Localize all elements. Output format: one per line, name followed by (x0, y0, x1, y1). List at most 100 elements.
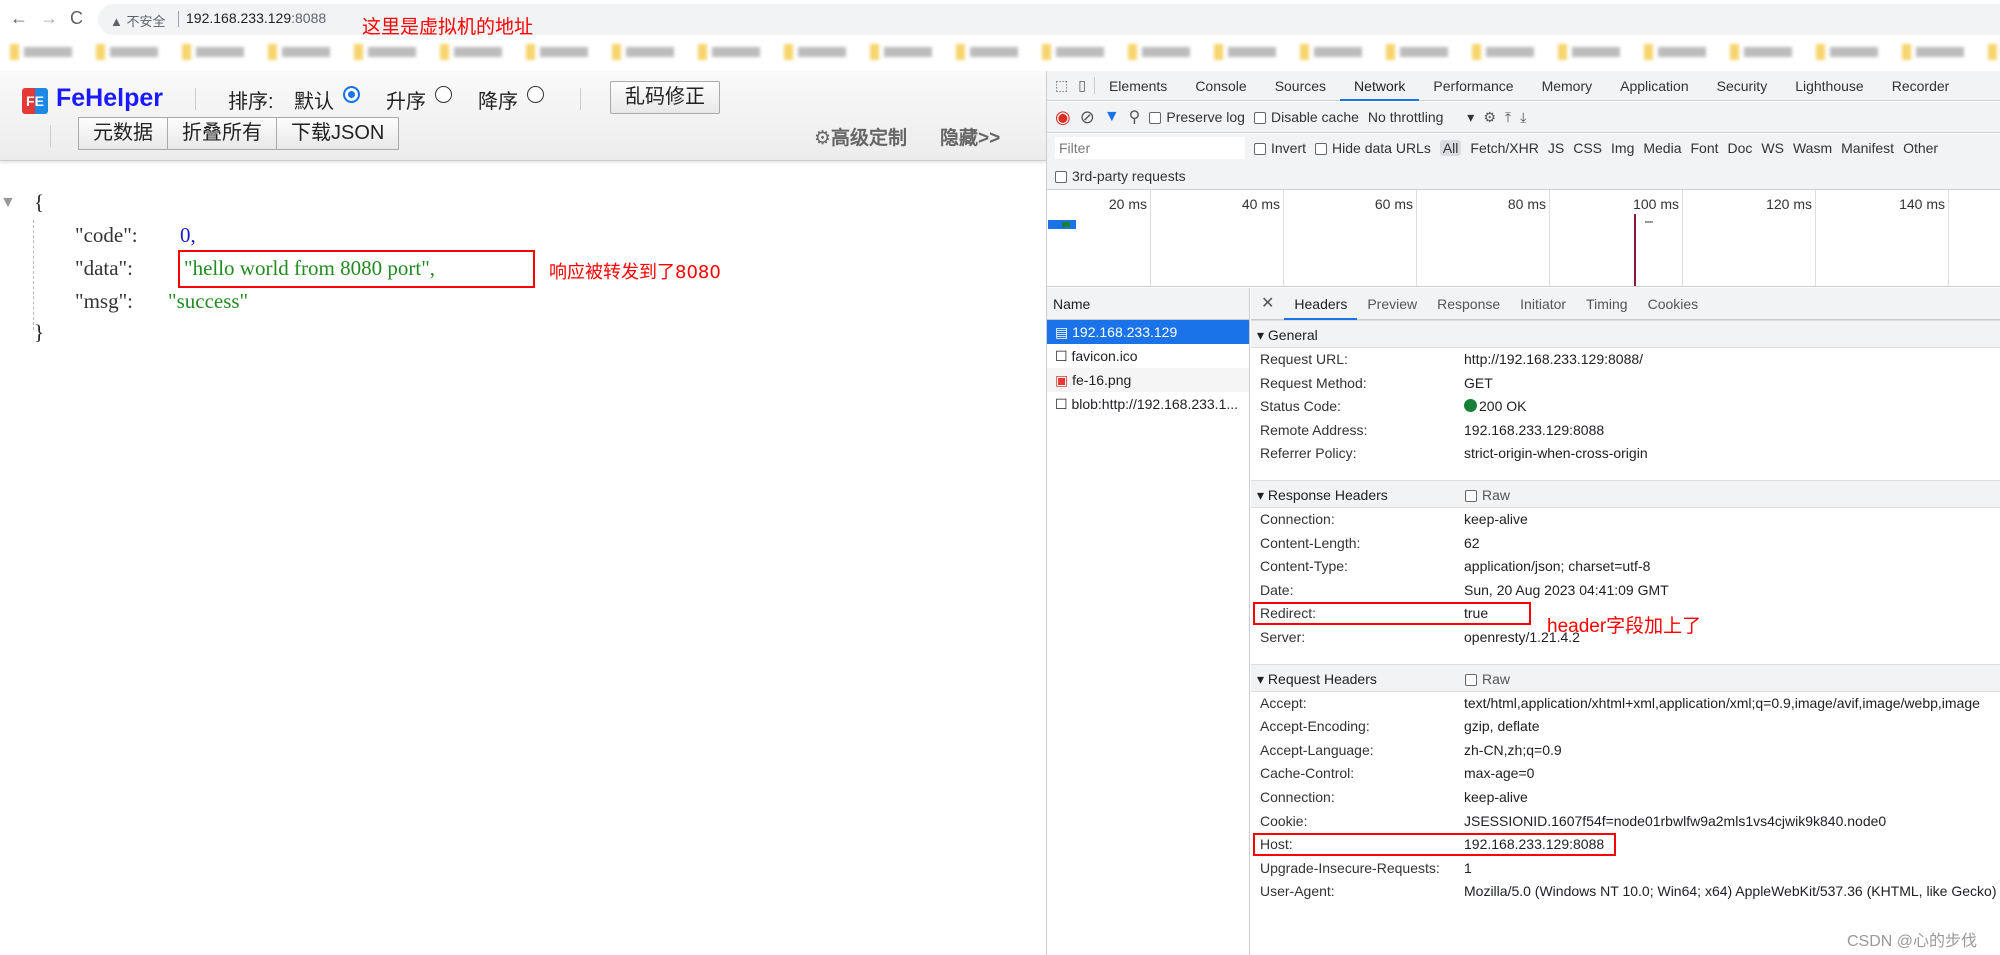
filter-icon[interactable]: ▼ (1104, 108, 1120, 126)
bookmark-item[interactable] (1816, 44, 1878, 60)
request-row[interactable]: ☐ favicon.ico (1047, 344, 1249, 368)
tab-initiator[interactable]: Initiator (1510, 288, 1576, 320)
bookmark-item[interactable] (1042, 44, 1104, 60)
filter-type-other[interactable]: Other (1903, 140, 1938, 156)
raw-data-button[interactable]: 元数据 (78, 117, 168, 150)
bookmark-item[interactable] (1386, 44, 1448, 60)
filter-type-css[interactable]: CSS (1573, 140, 1602, 156)
tab-application[interactable]: Application (1606, 71, 1703, 101)
bookmark-item[interactable] (1988, 44, 2000, 60)
bookmark-item[interactable] (784, 44, 846, 60)
third-party-checkbox[interactable]: 3rd-party requests (1055, 168, 1186, 184)
request-headers-section-header[interactable]: ▾ Request Headers Raw (1251, 663, 2000, 693)
invert-checkbox[interactable]: Invert (1254, 140, 1306, 156)
raw-checkbox[interactable]: Raw (1465, 665, 1510, 693)
request-row[interactable]: ▤ 192.168.233.129 (1047, 320, 1249, 344)
sort-desc-radio[interactable] (527, 86, 544, 103)
search-icon[interactable]: ⚲ (1129, 107, 1141, 127)
bookmark-item[interactable] (1644, 44, 1706, 60)
bookmark-item[interactable] (1214, 44, 1276, 60)
tab-cookies[interactable]: Cookies (1638, 288, 1709, 320)
tab-timing[interactable]: Timing (1576, 288, 1638, 320)
clear-icon[interactable]: ⊘ (1080, 107, 1095, 128)
export-har-icon[interactable]: ⤓ (1520, 109, 1526, 126)
hide-data-urls-checkbox[interactable]: Hide data URLs (1315, 140, 1431, 156)
back-button[interactable]: ← (10, 8, 28, 29)
filter-input[interactable]: Filter (1055, 137, 1245, 159)
tab-network[interactable]: Network (1340, 71, 1420, 101)
filter-type-fetch-xhr[interactable]: Fetch/XHR (1470, 140, 1538, 156)
bookmark-item[interactable] (612, 44, 674, 60)
general-section-header[interactable]: ▾ General (1251, 320, 2000, 348)
filter-type-media[interactable]: Media (1643, 140, 1681, 156)
fix-encoding-button[interactable]: 乱码修正 (610, 81, 720, 114)
timeline-tick-label: 80 ms (1507, 196, 1546, 212)
tab-lighthouse[interactable]: Lighthouse (1781, 71, 1878, 101)
raw-checkbox[interactable]: Raw (1465, 481, 1510, 509)
download-json-button[interactable]: 下载JSON (277, 117, 400, 150)
bookmark-item[interactable] (182, 44, 244, 60)
header-value-text: Mozilla/5.0 (Windows NT 10.0; Win64; x64… (1464, 883, 1997, 900)
bookmark-item[interactable] (440, 44, 502, 60)
bookmark-item[interactable] (698, 44, 760, 60)
network-toolbar: ◉ ⊘ ▼ ⚲ Preserve log Disable cache No th… (1047, 102, 2000, 133)
reload-button[interactable]: C (70, 8, 83, 29)
sort-asc-radio[interactable] (435, 86, 452, 103)
response-headers-section-header[interactable]: ▾ Response Headers Raw (1251, 479, 2000, 509)
filter-type-img[interactable]: Img (1611, 140, 1634, 156)
filter-type-all[interactable]: All (1439, 140, 1462, 156)
network-conditions-icon[interactable]: ⚙ (1483, 109, 1496, 126)
tab-sources[interactable]: Sources (1261, 71, 1340, 101)
request-row[interactable]: ☐ blob:http://192.168.233.1... (1047, 392, 1249, 416)
bookmark-item[interactable] (1300, 44, 1362, 60)
bookmark-item[interactable] (1472, 44, 1534, 60)
import-har-icon[interactable]: ⤒ (1505, 109, 1511, 126)
close-icon[interactable]: ✕ (1251, 288, 1284, 320)
bookmark-item[interactable] (1128, 44, 1190, 60)
tab-elements[interactable]: Elements (1095, 71, 1181, 101)
device-toolbar-icon[interactable]: ▯ (1076, 77, 1095, 94)
preserve-log-checkbox[interactable]: Preserve log (1149, 109, 1245, 125)
tab-console[interactable]: Console (1181, 71, 1260, 101)
name-column-header[interactable]: Name (1047, 288, 1249, 320)
tab-response[interactable]: Response (1427, 288, 1510, 320)
bookmark-item[interactable] (1730, 44, 1792, 60)
header-name: Request Method: (1260, 374, 1367, 391)
tab-memory[interactable]: Memory (1528, 71, 1607, 101)
network-timeline-overview[interactable]: 20 ms 40 ms 60 ms 80 ms 100 ms 120 ms 140 ms (1047, 190, 2000, 287)
bookmark-item[interactable] (870, 44, 932, 60)
filter-type-manifest[interactable]: Manifest (1841, 140, 1894, 156)
bookmark-item[interactable] (268, 44, 330, 60)
advanced-settings-link[interactable]: ⚙高级定制 (814, 123, 907, 150)
filter-type-ws[interactable]: WS (1761, 140, 1784, 156)
record-stop-icon[interactable]: ◉ (1055, 107, 1071, 128)
collapse-toggle-icon[interactable]: ▼ (0, 194, 16, 212)
forward-button[interactable]: → (40, 8, 58, 29)
filter-type-wasm[interactable]: Wasm (1793, 140, 1832, 156)
bookmark-item[interactable] (354, 44, 416, 60)
filter-type-js[interactable]: JS (1548, 140, 1564, 156)
bookmark-item[interactable] (10, 44, 72, 60)
sort-default-radio[interactable] (343, 86, 360, 103)
tab-security[interactable]: Security (1703, 71, 1782, 101)
filter-type-font[interactable]: Font (1691, 140, 1719, 156)
bookmark-item[interactable] (956, 44, 1018, 60)
tab-performance[interactable]: Performance (1419, 71, 1527, 101)
not-secure-indicator[interactable]: ▲ 不安全 (110, 11, 165, 30)
inspect-element-icon[interactable]: ⬚ (1047, 77, 1076, 94)
bookmark-item[interactable] (1558, 44, 1620, 60)
filter-type-doc[interactable]: Doc (1728, 140, 1753, 156)
bookmark-item[interactable] (96, 44, 158, 60)
collapse-all-button[interactable]: 折叠所有 (168, 117, 277, 150)
hide-toolbar-link[interactable]: 隐藏>> (940, 123, 1000, 150)
bookmark-item[interactable] (526, 44, 588, 60)
tab-preview[interactable]: Preview (1357, 288, 1427, 320)
bookmark-item[interactable] (1902, 44, 1964, 60)
request-bar (1048, 220, 1076, 229)
throttling-select[interactable]: No throttling ▾ (1368, 109, 1474, 126)
disable-cache-checkbox[interactable]: Disable cache (1253, 109, 1359, 125)
request-row[interactable]: ▣ fe-16.png (1047, 368, 1249, 392)
url-text: 192.168.233.129:8088 (186, 10, 326, 26)
tab-recorder[interactable]: Recorder (1878, 71, 1964, 101)
tab-headers[interactable]: Headers (1284, 288, 1358, 320)
